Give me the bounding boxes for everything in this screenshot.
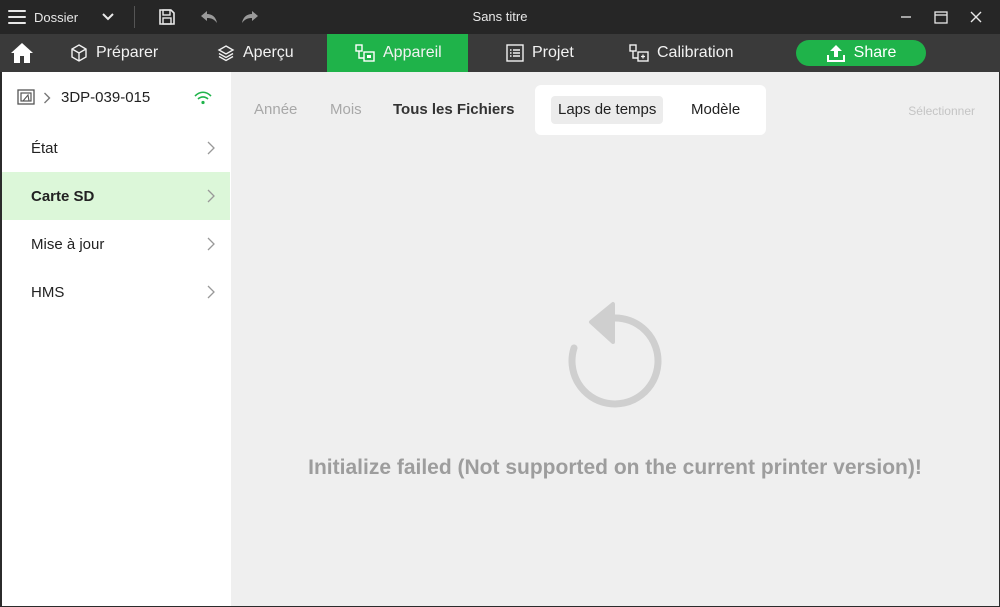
minimize-button[interactable]	[888, 0, 924, 34]
save-icon	[159, 9, 175, 25]
redo-button[interactable]	[239, 7, 261, 27]
tab-calibration[interactable]: Calibration	[629, 34, 733, 72]
wifi-icon	[194, 91, 212, 105]
upload-icon	[826, 45, 845, 62]
title-bar: Dossier Sans titre	[0, 0, 1000, 34]
sidebar-item-hms[interactable]: HMS	[2, 268, 230, 316]
file-menu-label: Dossier	[34, 9, 79, 25]
device-selector[interactable]: 3DP-039-015	[2, 72, 231, 124]
printer-icon	[17, 89, 35, 105]
filter-annee[interactable]: Année	[254, 101, 297, 118]
device-name: 3DP-039-015	[61, 89, 151, 106]
tab-apercu-label: Aperçu	[243, 44, 294, 61]
layers-icon	[217, 45, 235, 62]
file-type-switch: Laps de temps Modèle	[535, 85, 766, 135]
tab-projet[interactable]: Projet	[506, 34, 574, 72]
refresh-icon	[568, 302, 662, 408]
chevron-down-icon	[100, 9, 116, 25]
minimize-icon	[901, 16, 911, 18]
sd-card-panel: Année Mois Tous les Fichiers Laps de tem…	[231, 72, 999, 606]
filter-tous-les-fichiers[interactable]: Tous les Fichiers	[393, 101, 514, 118]
cube-icon	[71, 44, 87, 62]
device-icon	[355, 44, 375, 62]
tab-apercu[interactable]: Aperçu	[217, 34, 294, 72]
chevron-right-icon	[207, 141, 215, 155]
tab-preparer[interactable]: Préparer	[70, 34, 158, 72]
select-button[interactable]: Sélectionner	[908, 104, 975, 118]
undo-button[interactable]	[198, 7, 220, 27]
home-icon	[11, 43, 33, 63]
filter-mois[interactable]: Mois	[330, 101, 362, 118]
tab-calibration-label: Calibration	[657, 44, 734, 61]
window-title: Sans titre	[472, 9, 528, 24]
calibration-icon	[629, 44, 649, 62]
close-icon	[970, 11, 982, 23]
device-sidebar: 3DP-039-015 État Carte SD Mise à jour HM…	[2, 72, 231, 606]
sidebar-item-etat[interactable]: État	[2, 124, 230, 172]
sidebar-item-carte-sd[interactable]: Carte SD	[2, 172, 230, 220]
segment-modele[interactable]: Modèle	[684, 96, 747, 124]
tab-appareil[interactable]: Appareil	[327, 34, 468, 72]
chevron-right-icon	[207, 189, 215, 203]
main-nav-bar: Préparer Aperçu Appareil Projet Calibrat…	[0, 34, 1000, 72]
toolbar-separator	[134, 6, 135, 28]
menu-icon	[8, 10, 28, 24]
close-button[interactable]	[958, 0, 994, 34]
sidebar-item-label: Mise à jour	[31, 235, 105, 253]
chevron-right-icon	[207, 285, 215, 299]
redo-icon	[242, 11, 258, 23]
tab-appareil-label: Appareil	[383, 44, 442, 61]
sidebar-item-label: État	[31, 139, 58, 157]
sidebar-item-label: Carte SD	[31, 187, 95, 205]
maximize-icon	[934, 10, 948, 24]
error-message: Initialize failed (Not supported on the …	[308, 456, 922, 479]
share-button[interactable]: Share	[796, 40, 926, 66]
sidebar-item-label: HMS	[31, 283, 65, 301]
undo-icon	[201, 11, 217, 23]
home-button[interactable]	[0, 34, 44, 72]
list-icon	[506, 44, 524, 62]
sidebar-item-mise-a-jour[interactable]: Mise à jour	[2, 220, 230, 268]
segment-laps-de-temps[interactable]: Laps de temps	[551, 96, 664, 124]
file-menu-button[interactable]: Dossier	[8, 0, 116, 34]
chevron-right-icon	[207, 237, 215, 251]
tab-preparer-label: Préparer	[96, 44, 159, 61]
share-label: Share	[853, 44, 897, 61]
save-button[interactable]	[156, 7, 178, 27]
maximize-button[interactable]	[923, 0, 959, 34]
tab-projet-label: Projet	[532, 44, 574, 61]
chevron-right-icon	[44, 92, 51, 104]
